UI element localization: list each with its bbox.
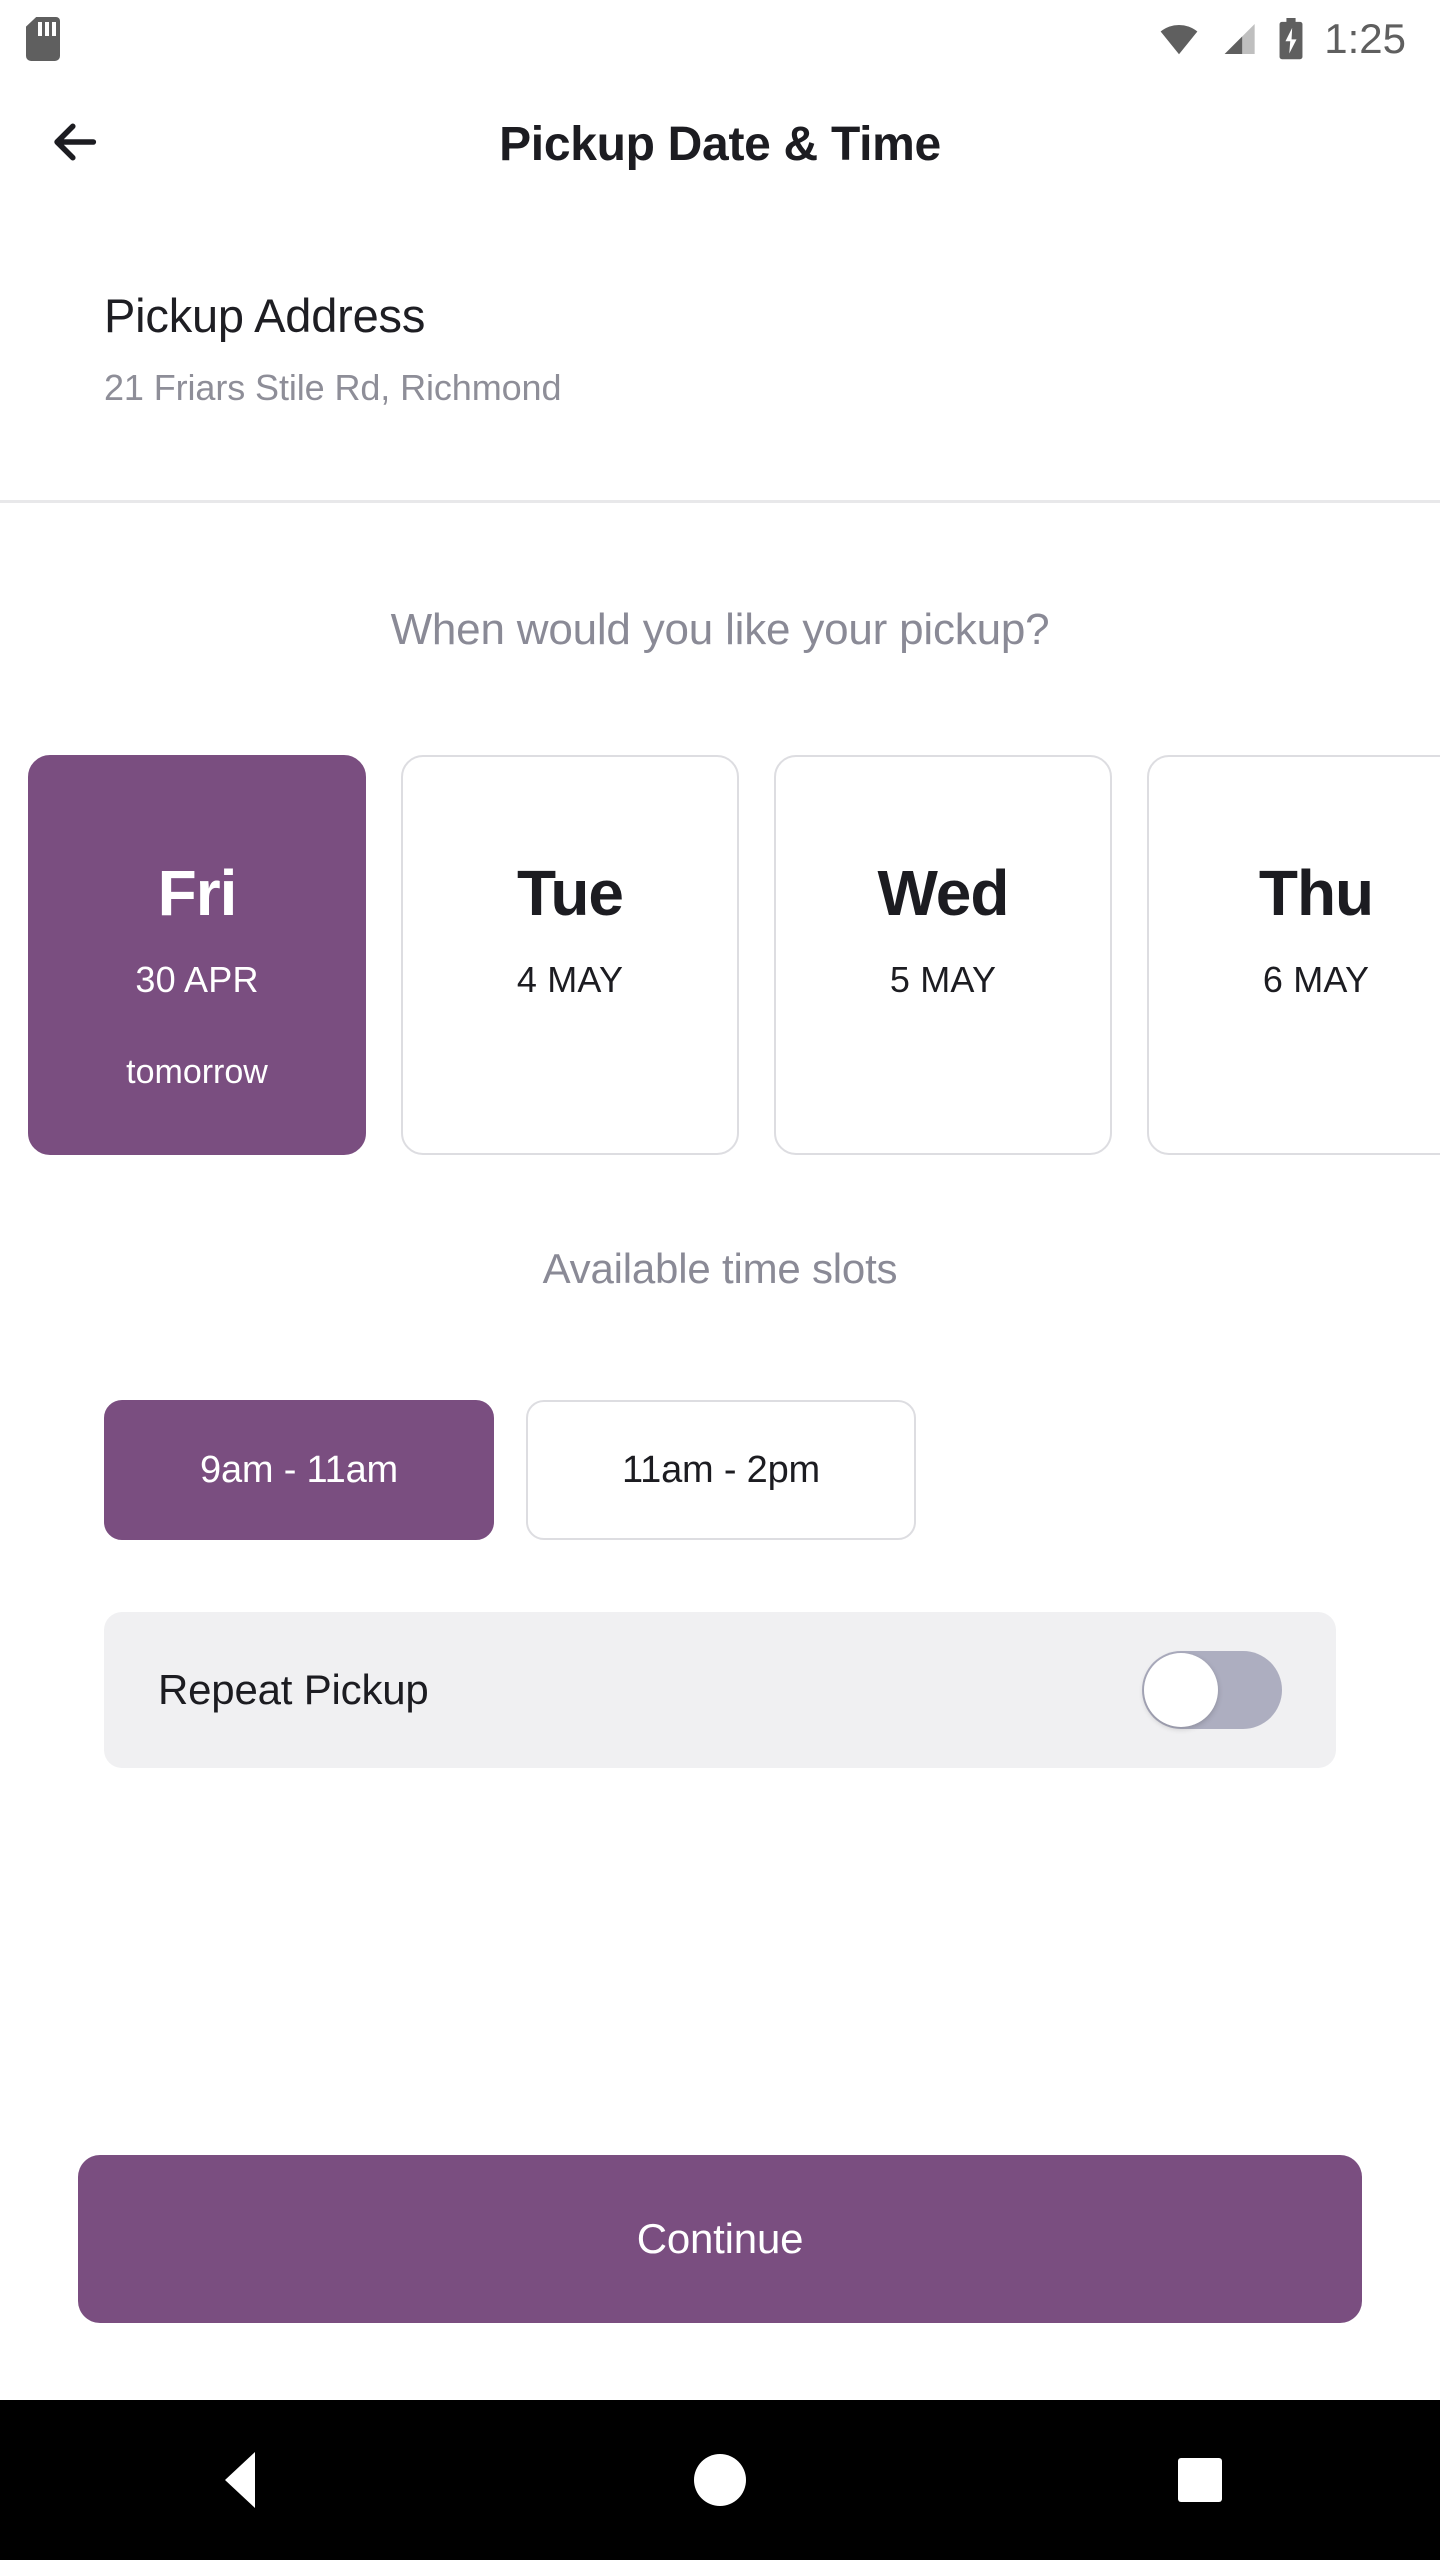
- date-card-day: Tue: [516, 857, 624, 929]
- back-button[interactable]: [34, 104, 114, 184]
- circle-home-icon: [694, 2454, 746, 2506]
- app-bar: Pickup Date & Time: [0, 78, 1440, 210]
- time-slot-chip[interactable]: 11am - 2pm: [526, 1400, 916, 1540]
- sim-card-icon: [26, 17, 60, 61]
- triangle-back-icon: [225, 2452, 255, 2508]
- page-title: Pickup Date & Time: [499, 117, 941, 171]
- android-nav-bar: [0, 2400, 1440, 2560]
- date-card-list[interactable]: Fri 30 APR tomorrow Tue 4 MAY Wed 5 MAY Thu 6 MA…: [28, 755, 1440, 1155]
- status-bar: 1:25: [0, 0, 1440, 78]
- date-card-date: 5 MAY: [889, 959, 997, 1000]
- battery-charging-icon: [1276, 18, 1306, 60]
- nav-home-button[interactable]: [620, 2400, 820, 2560]
- date-card[interactable]: Tue 4 MAY: [401, 755, 739, 1155]
- pickup-address-value: 21 Friars Stile Rd, Richmond: [104, 367, 562, 408]
- date-section-question: When would you like your pickup?: [390, 605, 1050, 654]
- nav-back-button[interactable]: [140, 2400, 340, 2560]
- cellular-signal-icon: [1218, 22, 1258, 56]
- date-card[interactable]: Wed 5 MAY: [774, 755, 1112, 1155]
- pickup-address-label: Pickup Address: [104, 289, 426, 342]
- section-divider: [0, 500, 1440, 503]
- status-bar-left: [26, 17, 60, 61]
- date-card-date: 30 APR: [135, 959, 259, 1000]
- app-screen: 1:25 Pickup Date & Time Pickup Address 2…: [0, 0, 1440, 2560]
- date-card[interactable]: Thu 6 MAY: [1147, 755, 1440, 1155]
- pickup-address-block: Pickup Address 21 Friars Stile Rd, Richm…: [0, 288, 1440, 409]
- repeat-pickup-label: Repeat Pickup: [158, 1666, 429, 1713]
- nav-recents-button[interactable]: [1100, 2400, 1300, 2560]
- date-card-day: Fri: [157, 857, 238, 929]
- wifi-icon: [1158, 22, 1200, 56]
- date-card-date: 4 MAY: [516, 959, 624, 1000]
- time-slots-title: Available time slots: [542, 1245, 898, 1292]
- time-slot-list[interactable]: 9am - 11am 11am - 2pm: [104, 1400, 916, 1540]
- date-card-day: Thu: [1258, 857, 1374, 929]
- status-bar-clock: 1:25: [1324, 15, 1406, 62]
- continue-button[interactable]: Continue: [78, 2155, 1362, 2323]
- status-bar-right: 1:25: [1158, 15, 1406, 63]
- date-card-note: tomorrow: [126, 1053, 268, 1091]
- repeat-pickup-toggle[interactable]: [1142, 1651, 1282, 1729]
- repeat-pickup-row[interactable]: Repeat Pickup: [104, 1612, 1336, 1768]
- arrow-left-icon: [45, 113, 103, 176]
- date-card-day: Wed: [877, 857, 1010, 929]
- square-recents-icon: [1178, 2458, 1222, 2502]
- date-card-date: 6 MAY: [1262, 959, 1370, 1000]
- toggle-knob: [1144, 1653, 1218, 1727]
- time-slot-chip[interactable]: 9am - 11am: [104, 1400, 494, 1540]
- date-card[interactable]: Fri 30 APR tomorrow: [28, 755, 366, 1155]
